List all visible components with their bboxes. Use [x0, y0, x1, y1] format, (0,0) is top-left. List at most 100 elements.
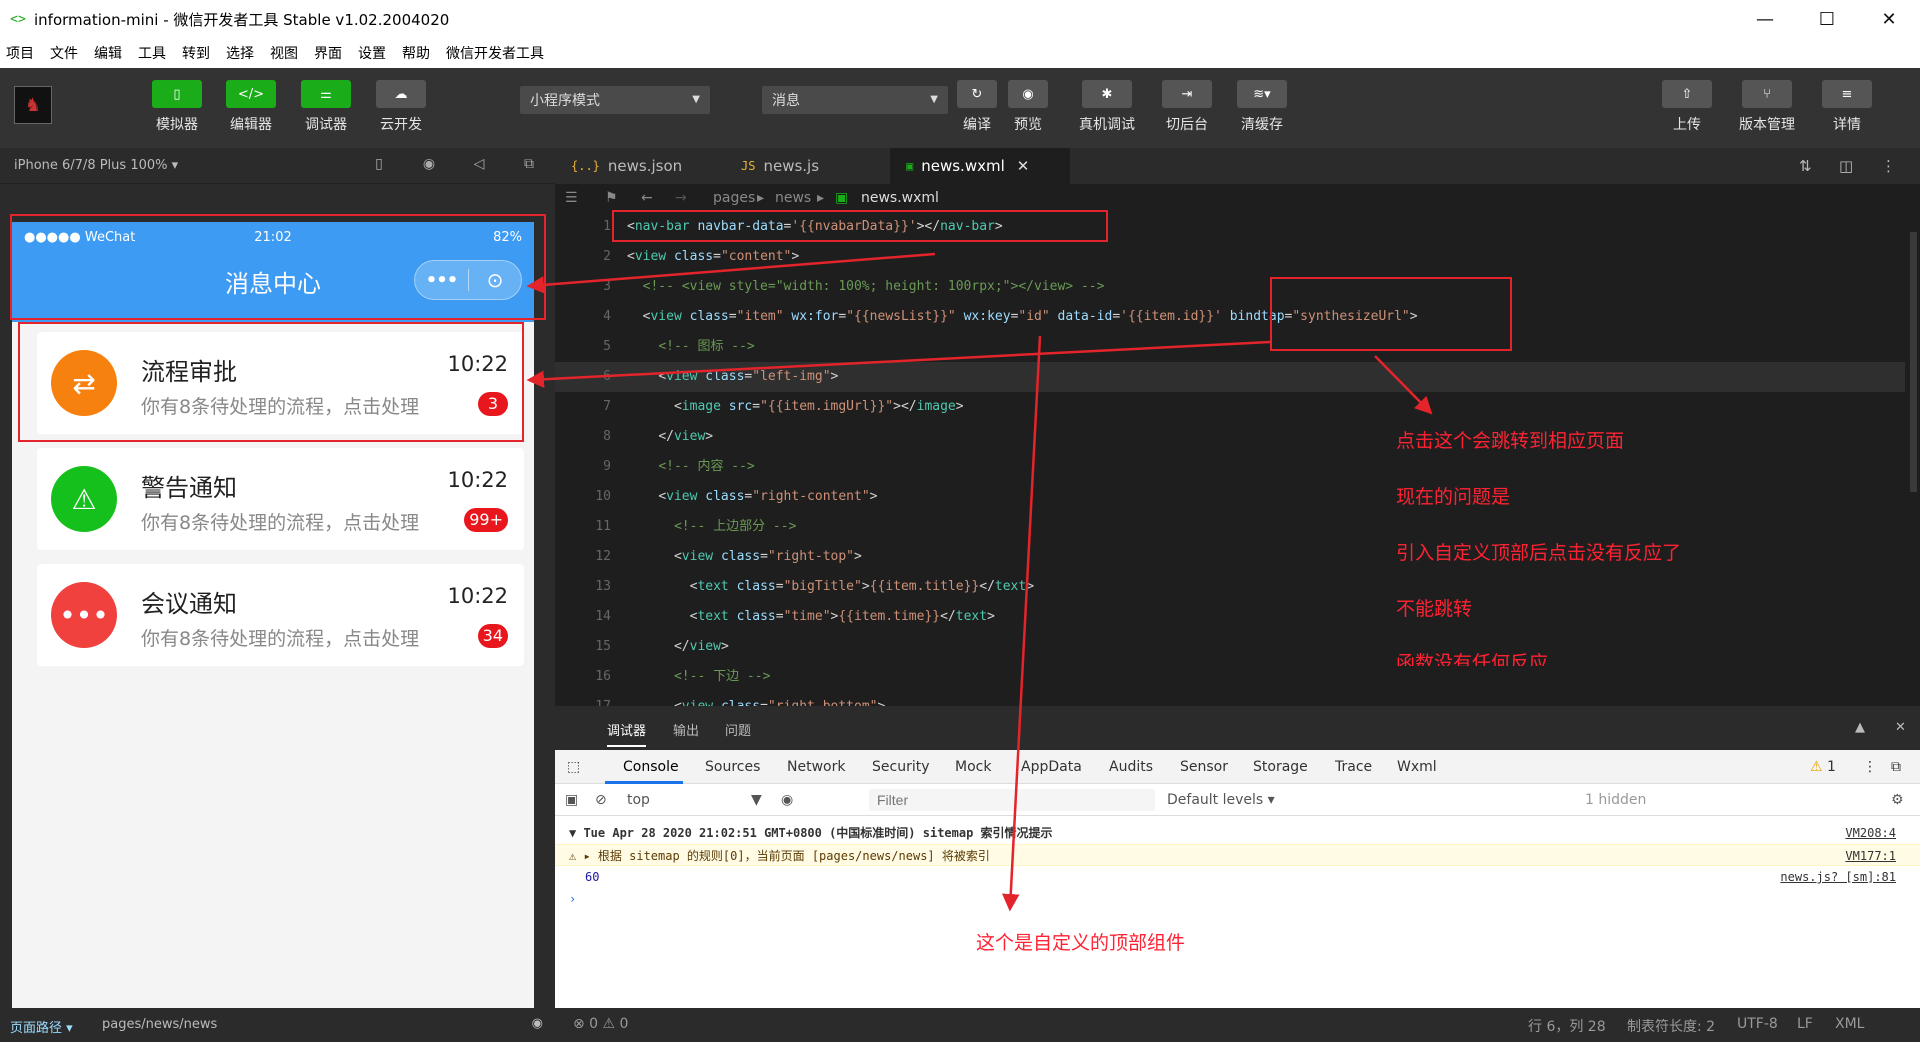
debugger-toggle[interactable]: ⚌ 调试器	[291, 80, 361, 134]
upload-icon: ⇧	[1662, 80, 1712, 108]
close-tab-icon[interactable]: ✕	[1017, 157, 1030, 175]
console-row[interactable]: 60 news.js? [sm]:81	[555, 866, 1920, 888]
breadcrumb-news[interactable]: news	[775, 190, 811, 206]
menu-item-tools[interactable]: 工具	[138, 43, 166, 63]
console-prompt[interactable]: ›	[555, 888, 1920, 910]
card-meeting[interactable]: ••• 会议通知 10:22 你有8条待处理的流程，点击处理 34	[37, 564, 524, 666]
menu-item-view[interactable]: 视图	[270, 43, 298, 63]
card-alarm[interactable]: ⚠ 警告通知 10:22 你有8条待处理的流程，点击处理 99+	[37, 448, 524, 550]
editor-toggle[interactable]: </> 编辑器	[216, 80, 286, 134]
device-select[interactable]: iPhone 6/7/8 Plus 100% ▾	[14, 158, 178, 173]
language-mode[interactable]: XML	[1835, 1016, 1864, 1032]
tab-console[interactable]: Console	[623, 759, 679, 775]
eye-icon[interactable]: ◉	[532, 1016, 543, 1031]
console-filter-input[interactable]	[869, 789, 1155, 811]
menu-item-project[interactable]: 项目	[6, 43, 34, 63]
error-warning-count[interactable]: ⊗ 0 ⚠ 0	[573, 1016, 628, 1032]
popout-icon[interactable]: ⧉	[520, 156, 538, 174]
tab-audits[interactable]: Audits	[1109, 759, 1153, 775]
upload-button[interactable]: ⇧ 上传	[1652, 80, 1722, 134]
tab-network[interactable]: Network	[787, 759, 845, 775]
inspect-icon[interactable]: ⬚	[567, 759, 580, 775]
undock-icon[interactable]: ⧉	[1891, 759, 1901, 775]
forward-icon[interactable]: →	[675, 190, 687, 206]
code-editor[interactable]: 1 <nav-bar navbar-data='{{nvabarData}}'><…	[555, 212, 1920, 706]
clear-cache-button[interactable]: ≋▾ 清缓存	[1227, 80, 1297, 134]
caret-down-icon[interactable]: ▼	[751, 792, 762, 808]
more-icon[interactable]: ⋮	[1881, 157, 1896, 175]
collapse-icon[interactable]: ▲	[1855, 720, 1865, 735]
console-source-link[interactable]: VM177:1	[1845, 845, 1896, 867]
console-warning-row[interactable]: ⚠ ▸ 根据 sitemap 的规则[0]，当前页面 [pages/news/n…	[555, 844, 1920, 866]
breadcrumb-pages[interactable]: pages	[713, 190, 755, 206]
close-button[interactable]: ✕	[1858, 0, 1920, 38]
menu-item-file[interactable]: 文件	[50, 43, 78, 63]
menu-item-interface[interactable]: 界面	[314, 43, 342, 63]
clear-console-icon[interactable]: ⊘	[595, 792, 607, 808]
tab-wxml[interactable]: Wxml	[1397, 759, 1437, 775]
tab-news-wxml[interactable]: ▣ news.wxml ✕	[890, 148, 1070, 184]
back-icon[interactable]: ←	[641, 190, 653, 206]
tab-storage[interactable]: Storage	[1253, 759, 1308, 775]
mode-select[interactable]: 小程序模式 ▼	[520, 86, 710, 114]
more-icon[interactable]: ⋮	[1863, 759, 1877, 775]
details-button[interactable]: ≡ 详情	[1812, 80, 1882, 134]
user-avatar[interactable]: ♞	[14, 86, 52, 124]
bookmark-icon[interactable]: ⚑	[605, 190, 618, 206]
tab-output[interactable]: 输出	[673, 720, 699, 739]
remote-debug-button[interactable]: ✱ 真机调试	[1072, 80, 1142, 134]
warning-count[interactable]: 1	[1827, 759, 1836, 775]
minimize-button[interactable]: —	[1734, 0, 1796, 38]
preview-button[interactable]: ◉ 预览	[993, 80, 1063, 134]
gear-icon[interactable]: ⚙	[1891, 792, 1904, 808]
cloud-button[interactable]: ☁ 云开发	[366, 80, 436, 134]
record-icon[interactable]: ◉	[420, 156, 438, 174]
eye-icon[interactable]: ◉	[781, 792, 793, 808]
tab-size[interactable]: 制表符长度: 2	[1627, 1016, 1715, 1036]
tab-sensor[interactable]: Sensor	[1180, 759, 1228, 775]
menu-item-help[interactable]: 帮助	[402, 43, 430, 63]
tab-security[interactable]: Security	[872, 759, 930, 775]
page-path-value[interactable]: pages/news/news	[102, 1017, 217, 1032]
background-button[interactable]: ⇥ 切后台	[1152, 80, 1222, 134]
volume-icon[interactable]: ◁	[470, 156, 488, 174]
list-icon[interactable]: ☰	[565, 190, 578, 206]
menu-item-select[interactable]: 选择	[226, 43, 254, 63]
cursor-position[interactable]: 行 6，列 28	[1528, 1016, 1606, 1036]
editor-scrollbar[interactable]	[1906, 212, 1920, 706]
tab-mock[interactable]: Mock	[955, 759, 991, 775]
line-ending[interactable]: LF	[1797, 1016, 1813, 1032]
status-bar: ⊗ 0 ⚠ 0 行 6，列 28 制表符长度: 2 UTF-8 LF XML	[555, 1008, 1920, 1042]
phone-icon[interactable]: ▯	[370, 156, 388, 174]
menu-item-edit[interactable]: 编辑	[94, 43, 122, 63]
log-levels-select[interactable]: Default levels ▾	[1167, 792, 1275, 808]
encoding[interactable]: UTF-8	[1737, 1016, 1778, 1032]
version-button[interactable]: ⑂ 版本管理	[1732, 80, 1802, 134]
tab-trace[interactable]: Trace	[1335, 759, 1372, 775]
warning-icon[interactable]: ⚠	[1810, 759, 1823, 775]
context-select[interactable]: top	[627, 792, 650, 808]
tab-debugger[interactable]: 调试器	[607, 720, 647, 747]
breadcrumb-file[interactable]: news.wxml	[861, 190, 939, 206]
tab-news-js[interactable]: JS news.js	[725, 148, 885, 184]
compare-icon[interactable]: ⇅	[1799, 157, 1812, 175]
console-source-link[interactable]: news.js? [sm]:81	[1780, 866, 1896, 888]
sidebar-toggle-icon[interactable]: ▣	[565, 792, 578, 808]
console-row[interactable]: ▼ Tue Apr 28 2020 21:02:51 GMT+0800 (中国标…	[555, 822, 1920, 844]
simulator-toggle[interactable]: ▯ 模拟器	[142, 80, 212, 134]
tab-problems[interactable]: 问题	[725, 720, 751, 739]
maximize-button[interactable]: ☐	[1796, 0, 1858, 38]
console-source-link[interactable]: VM208:4	[1845, 822, 1896, 844]
compile-mode-select[interactable]: 消息 ▼	[762, 86, 948, 114]
tab-sources[interactable]: Sources	[705, 759, 760, 775]
menu-item-settings[interactable]: 设置	[358, 43, 386, 63]
split-icon[interactable]: ◫	[1839, 157, 1853, 175]
tab-appdata[interactable]: AppData	[1021, 759, 1082, 775]
page-path-label[interactable]: 页面路径 ▾	[10, 1017, 73, 1036]
close-panel-icon[interactable]: ✕	[1895, 720, 1906, 735]
scrollbar-thumb[interactable]	[1910, 232, 1917, 492]
menu-item-wechat-devtools[interactable]: 微信开发者工具	[446, 43, 544, 63]
tab-news-json[interactable]: {..} news.json	[555, 148, 715, 184]
background-label: 切后台	[1166, 117, 1208, 133]
menu-item-goto[interactable]: 转到	[182, 43, 210, 63]
